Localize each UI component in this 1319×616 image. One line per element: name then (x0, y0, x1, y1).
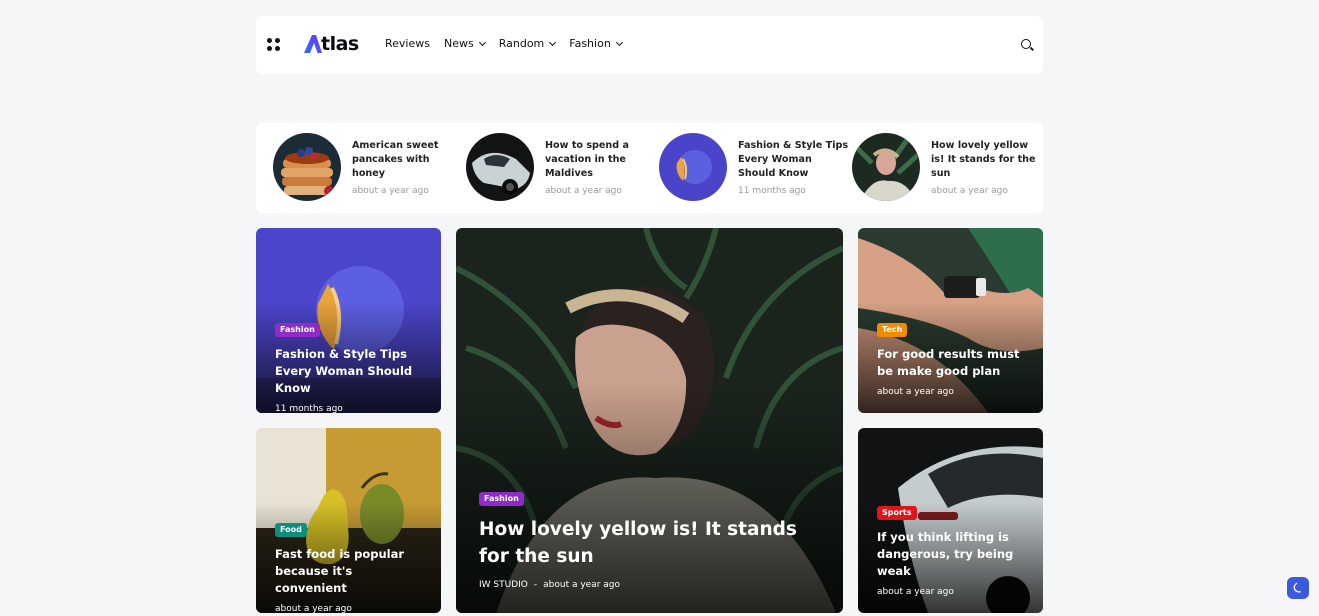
melon-thumbnail (659, 133, 727, 201)
site-header: tlas Reviews News Random Fashion (256, 16, 1043, 74)
chevron-down-icon (549, 38, 557, 47)
card-title[interactable]: Fast food is popular because it's conven… (275, 546, 427, 597)
trending-time: 11 months ago (738, 185, 806, 196)
dark-mode-toggle[interactable] (1287, 577, 1309, 599)
woman-thumbnail (852, 133, 920, 201)
article-card[interactable]: Fashion Fashion & Style Tips Every Woman… (256, 228, 441, 413)
meta-separator: - (533, 580, 538, 590)
main-nav: Reviews News Random Fashion (385, 36, 636, 52)
trending-item[interactable]: How to spend a vacation in the Maldives … (466, 133, 657, 201)
featured-meta: IW STUDIO - about a year ago (479, 580, 823, 590)
pancakes-thumbnail (273, 133, 341, 201)
chevron-down-icon (615, 38, 623, 47)
nav-label: Random (498, 37, 545, 50)
nav-item-fashion[interactable]: Fashion (569, 36, 623, 52)
trending-time: about a year ago (931, 185, 1008, 196)
trending-item[interactable]: American sweet pancakes with honey about… (273, 133, 464, 201)
moon-icon (1293, 582, 1301, 593)
search-icon[interactable] (1021, 39, 1031, 49)
card-time: about a year ago (275, 604, 352, 613)
menu-grid-icon[interactable] (267, 38, 280, 51)
trending-item[interactable]: How lovely yellow is! It stands for the … (852, 133, 1043, 201)
category-badge[interactable]: Fashion (275, 323, 320, 337)
article-card[interactable]: Tech For good results must be make good … (858, 228, 1043, 413)
trending-time: about a year ago (352, 185, 429, 196)
category-badge[interactable]: Tech (877, 323, 908, 337)
card-time: about a year ago (543, 580, 621, 590)
trending-time: about a year ago (545, 185, 622, 196)
category-badge[interactable]: Fashion (479, 492, 524, 506)
card-title[interactable]: For good results must be make good plan (877, 346, 1029, 380)
car-thumbnail (466, 133, 534, 201)
category-badge[interactable]: Food (275, 523, 307, 537)
card-time: 11 months ago (275, 404, 343, 413)
site-logo[interactable]: tlas (303, 32, 359, 56)
logo-mark-icon (304, 35, 322, 53)
featured-title[interactable]: How lovely yellow is! It stands for the … (479, 516, 823, 570)
article-card[interactable]: Sports If you think lifting is dangerous… (858, 428, 1043, 613)
card-title[interactable]: If you think lifting is dangerous, try b… (877, 529, 1029, 580)
card-title[interactable]: Fashion & Style Tips Every Woman Should … (275, 346, 427, 397)
nav-label: Reviews (385, 37, 430, 50)
trending-title: How to spend a vacation in the Maldives (545, 139, 629, 179)
logo-text: tlas (321, 33, 359, 55)
card-time: about a year ago (877, 587, 954, 597)
card-time: about a year ago (877, 387, 954, 397)
article-card[interactable]: Food Fast food is popular because it's c… (256, 428, 441, 613)
trending-title: How lovely yellow is! It stands for the … (931, 139, 1036, 179)
trending-title: Fashion & Style Tips Every Woman Should … (738, 139, 849, 179)
category-badge[interactable]: Sports (877, 506, 917, 520)
author-name[interactable]: IW STUDIO (479, 580, 528, 590)
chevron-down-icon (478, 38, 486, 47)
nav-item-reviews[interactable]: Reviews (385, 36, 430, 52)
nav-label: News (443, 37, 474, 50)
featured-article-card[interactable]: Fashion How lovely yellow is! It stands … (456, 228, 843, 613)
nav-item-news[interactable]: News (443, 36, 486, 52)
nav-label: Fashion (569, 37, 611, 50)
trending-strip: American sweet pancakes with honey about… (256, 123, 1043, 213)
trending-title: American sweet pancakes with honey (352, 139, 439, 179)
nav-item-random[interactable]: Random (498, 36, 557, 52)
trending-item[interactable]: Fashion & Style Tips Every Woman Should … (659, 133, 850, 201)
